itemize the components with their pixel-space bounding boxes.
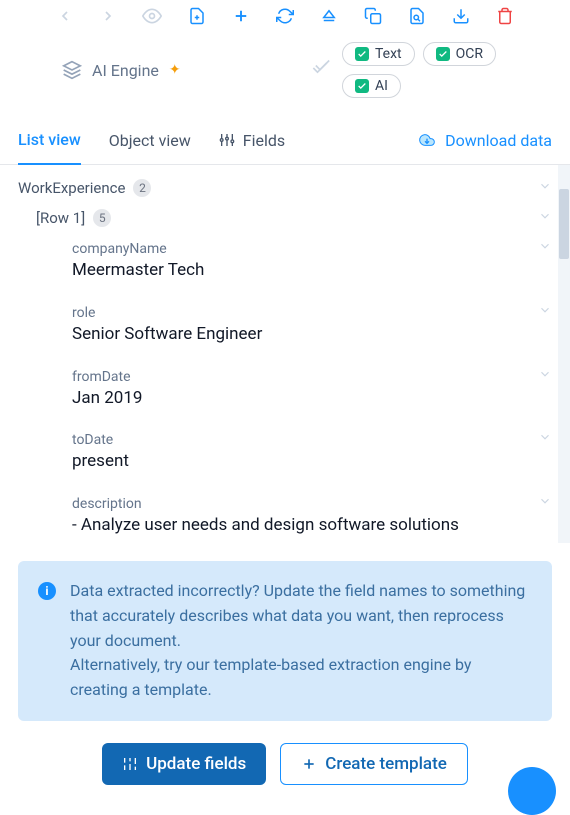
field-value: Meermaster Tech bbox=[72, 259, 552, 289]
field-role[interactable]: role Senior Software Engineer bbox=[18, 297, 552, 361]
chip-ai-label: AI bbox=[375, 78, 388, 94]
plus-icon bbox=[301, 756, 317, 772]
tree-row-label: [Row 1] bbox=[36, 209, 85, 227]
button-row: Update fields Create template bbox=[0, 721, 570, 785]
layers-icon bbox=[62, 60, 82, 80]
info-alert: i Data extracted incorrectly? Update the… bbox=[18, 561, 552, 721]
count-badge: 2 bbox=[133, 179, 151, 197]
check-icon bbox=[436, 47, 450, 61]
download-data-link[interactable]: Download data bbox=[417, 131, 552, 164]
content-area: WorkExperience 2 [Row 1] 5 companyName M… bbox=[0, 165, 570, 543]
engine-name: AI Engine bbox=[92, 61, 159, 80]
field-description[interactable]: description - Analyze user needs and des… bbox=[18, 488, 552, 543]
chevron-down-icon bbox=[538, 209, 552, 227]
field-label: toDate bbox=[72, 428, 552, 450]
check-icon bbox=[355, 79, 369, 93]
field-from-date[interactable]: fromDate Jan 2019 bbox=[18, 361, 552, 425]
field-label: companyName bbox=[72, 237, 552, 259]
alert-text: Data extracted incorrectly? Update the f… bbox=[70, 579, 532, 703]
new-file-icon[interactable] bbox=[188, 6, 206, 26]
engine-header: AI Engine ✦ Text OCR AI bbox=[0, 32, 570, 108]
toolbar bbox=[0, 0, 570, 32]
scrollbar-thumb[interactable] bbox=[559, 189, 569, 259]
field-company-name[interactable]: companyName Meermaster Tech bbox=[18, 233, 552, 297]
eject-icon[interactable] bbox=[320, 6, 338, 26]
tab-object-view[interactable]: Object view bbox=[109, 131, 191, 164]
chevron-down-icon bbox=[538, 494, 552, 512]
chip-ocr[interactable]: OCR bbox=[423, 42, 496, 66]
field-label: description bbox=[72, 492, 552, 514]
check-icon bbox=[355, 47, 369, 61]
info-icon: i bbox=[38, 582, 56, 600]
checkmark-icon bbox=[310, 58, 330, 82]
chevron-down-icon bbox=[538, 367, 552, 385]
copy-icon[interactable] bbox=[364, 6, 382, 26]
chevron-down-icon bbox=[538, 430, 552, 448]
chip-ocr-label: OCR bbox=[456, 46, 483, 62]
update-fields-button[interactable]: Update fields bbox=[102, 743, 266, 785]
field-value: - Analyze user needs and design software… bbox=[72, 514, 552, 543]
sparkle-icon: ✦ bbox=[169, 62, 181, 78]
tree-row[interactable]: [Row 1] 5 bbox=[18, 203, 552, 233]
tab-list-view[interactable]: List view bbox=[18, 130, 81, 165]
file-search-icon[interactable] bbox=[408, 6, 426, 26]
field-label: fromDate bbox=[72, 365, 552, 387]
scrollbar[interactable] bbox=[558, 165, 570, 543]
tab-fields[interactable]: Fields bbox=[219, 131, 285, 164]
chip-text-label: Text bbox=[375, 46, 402, 62]
refresh-icon[interactable] bbox=[276, 6, 294, 26]
download-icon[interactable] bbox=[452, 6, 470, 26]
tree-section-label: WorkExperience bbox=[18, 179, 125, 197]
field-value: Jan 2019 bbox=[72, 387, 552, 417]
tabs: List view Object view Fields Download da… bbox=[0, 108, 570, 165]
nav-forward-icon[interactable] bbox=[99, 6, 116, 26]
eye-icon[interactable] bbox=[142, 6, 162, 26]
sliders-icon bbox=[122, 756, 138, 772]
chevron-down-icon bbox=[538, 303, 552, 321]
chip-group: Text OCR AI bbox=[342, 42, 552, 98]
chevron-down-icon bbox=[538, 179, 552, 197]
chevron-down-icon bbox=[538, 239, 552, 257]
nav-back-icon[interactable] bbox=[56, 6, 73, 26]
create-template-button[interactable]: Create template bbox=[280, 743, 468, 785]
trash-icon[interactable] bbox=[496, 6, 514, 26]
count-badge: 5 bbox=[93, 209, 111, 227]
field-value: present bbox=[72, 450, 552, 480]
field-label: role bbox=[72, 301, 552, 323]
cloud-download-icon bbox=[417, 132, 437, 148]
chip-text[interactable]: Text bbox=[342, 42, 415, 66]
chip-ai[interactable]: AI bbox=[342, 74, 401, 98]
tree-section[interactable]: WorkExperience 2 bbox=[18, 173, 552, 203]
plus-icon[interactable] bbox=[232, 6, 250, 26]
sliders-icon bbox=[219, 132, 235, 148]
engine-selector[interactable]: AI Engine ✦ bbox=[62, 60, 181, 80]
fab-button[interactable] bbox=[508, 767, 556, 815]
field-value: Senior Software Engineer bbox=[72, 323, 552, 353]
field-to-date[interactable]: toDate present bbox=[18, 424, 552, 488]
